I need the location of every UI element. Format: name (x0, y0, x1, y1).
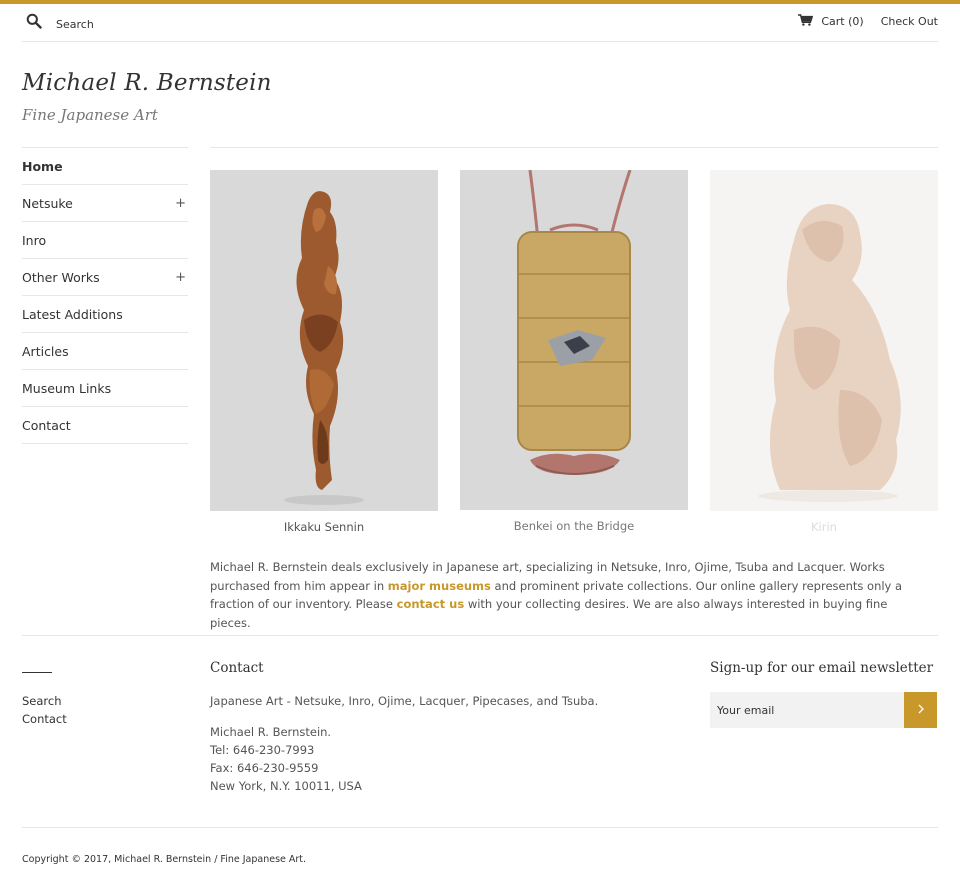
sidebar-item-label: Latest Additions (22, 306, 123, 322)
content-divider (210, 147, 938, 148)
chevron-right-icon (917, 703, 925, 718)
footer-divider (22, 635, 938, 636)
cart-icon[interactable] (798, 14, 814, 29)
contact-fax: Fax: 646-230-9559 (210, 761, 319, 775)
product-caption[interactable]: Benkei on the Bridge (460, 519, 688, 533)
search-form (26, 13, 256, 33)
product-card[interactable]: Ikkaku Sennin (210, 170, 438, 534)
newsletter-heading: Sign-up for our email newsletter (710, 660, 934, 676)
footer-link-search[interactable]: Search (22, 692, 67, 710)
contact-tel: Tel: 646-230-7993 (210, 743, 315, 757)
sidebar-item-label: Home (22, 158, 63, 174)
newsletter-submit-button[interactable] (904, 692, 937, 728)
sidebar-item-label: Inro (22, 232, 47, 248)
newsletter-section: Sign-up for our email newsletter (710, 660, 938, 728)
sidebar-item-label: Other Works (22, 269, 100, 285)
sidebar-item-other-works[interactable]: Other Works + (22, 259, 188, 296)
contact-name: Michael R. Bernstein. (210, 725, 332, 739)
footer-links: Search Contact (22, 692, 67, 728)
product-image[interactable] (460, 170, 688, 510)
sidebar-item-label: Articles (22, 343, 69, 359)
sidebar-item-inro[interactable]: Inro (22, 222, 188, 259)
bottom-divider (22, 827, 938, 828)
product-caption[interactable]: Ikkaku Sennin (210, 520, 438, 534)
sidebar-item-label: Netsuke (22, 195, 73, 211)
header-bar: Cart (0) Check Out (22, 4, 938, 42)
checkout-link[interactable]: Check Out (881, 15, 938, 28)
sidebar-item-label: Museum Links (22, 380, 112, 396)
cart-label: Cart (821, 15, 845, 28)
site-tagline: Fine Japanese Art (22, 106, 158, 124)
search-icon[interactable] (26, 13, 42, 29)
product-caption[interactable]: Kirin (710, 520, 938, 534)
product-card[interactable]: Kirin (710, 170, 938, 534)
footer-contact: Contact Japanese Art - Netsuke, Inro, Oj… (210, 660, 630, 795)
expand-plus-icon[interactable]: + (175, 270, 186, 285)
cart-area: Cart (0) Check Out (798, 14, 938, 29)
footer-link-contact[interactable]: Contact (22, 710, 67, 728)
sidebar-item-museum-links[interactable]: Museum Links (22, 370, 188, 407)
site-logo[interactable]: Michael R. Bernstein (22, 70, 272, 96)
newsletter-form (710, 692, 937, 728)
contact-heading: Contact (210, 660, 264, 676)
sidebar-item-articles[interactable]: Articles (22, 333, 188, 370)
intro-paragraph: Michael R. Bernstein deals exclusively i… (210, 558, 930, 632)
expand-plus-icon[interactable]: + (175, 196, 186, 211)
sidebar-item-netsuke[interactable]: Netsuke + (22, 185, 188, 222)
contact-us-link[interactable]: contact us (397, 597, 465, 611)
contact-details: Michael R. Bernstein. Tel: 646-230-7993 … (210, 723, 630, 795)
cart-count: (0) (848, 15, 864, 28)
contact-address: New York, N.Y. 10011, USA (210, 779, 362, 793)
sidebar-item-label: Contact (22, 417, 71, 433)
sidebar-item-contact[interactable]: Contact (22, 407, 188, 444)
sidebar-item-home[interactable]: Home (22, 148, 188, 185)
product-image[interactable] (710, 170, 938, 511)
copyright-text: Copyright © 2017, Michael R. Bernstein /… (22, 854, 307, 865)
footer-dash (22, 672, 52, 673)
contact-description: Japanese Art - Netsuke, Inro, Ojime, Lac… (210, 694, 599, 708)
product-card[interactable]: Benkei on the Bridge (460, 170, 688, 533)
sidebar-nav: Home Netsuke + Inro Other Works + Latest… (22, 147, 188, 444)
cart-link[interactable]: Cart (0) (821, 15, 863, 28)
sidebar-item-latest-additions[interactable]: Latest Additions (22, 296, 188, 333)
email-field[interactable] (710, 692, 904, 728)
major-museums-link[interactable]: major museums (388, 579, 491, 593)
product-image[interactable] (210, 170, 438, 511)
search-input[interactable] (56, 15, 256, 33)
